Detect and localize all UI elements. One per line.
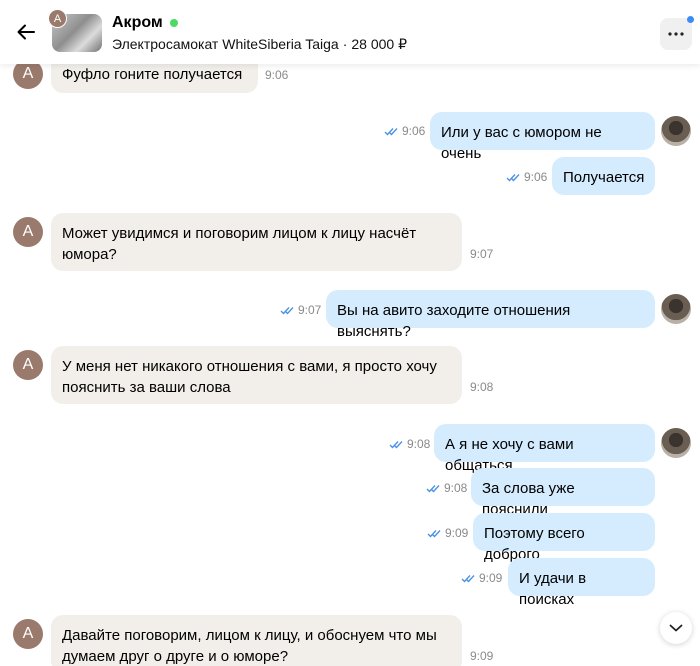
seller-avatar: А [48, 9, 67, 28]
listing-price: 28 000 ₽ [351, 36, 407, 52]
sender-avatar[interactable]: А [13, 619, 43, 649]
message-time: 9:09 [427, 526, 468, 540]
double-check-icon [389, 441, 403, 449]
notification-badge [687, 16, 694, 23]
my-avatar[interactable] [661, 428, 691, 458]
message-time: 9:09 [461, 571, 502, 585]
message-line: думаем друг о друге и о юморе? [62, 648, 289, 665]
message-time: 9:07 [470, 247, 494, 261]
separator: · [342, 36, 348, 52]
back-button[interactable] [14, 20, 38, 44]
chat-window: А Фуфло гоните получается 9:06 9:06 Или … [0, 0, 700, 666]
listing-title: Электросамокат WhiteSiberia Taiga [112, 36, 339, 52]
message-time: 9:07 [280, 303, 321, 317]
sender-avatar[interactable]: А [13, 350, 43, 380]
message-bubble: Поэтому всего доброго [473, 513, 655, 563]
double-check-icon [426, 485, 440, 493]
more-menu-button[interactable] [660, 16, 694, 50]
message-line: пояснить за ваши слова [62, 379, 231, 396]
message-bubble: У меня нет никакого отношения с вами, я … [51, 346, 462, 404]
message-time: 9:08 [470, 380, 494, 394]
my-avatar[interactable] [661, 294, 691, 324]
message-bubble: И удачи в поисках [508, 558, 655, 608]
message-bubble: Получается [552, 157, 655, 195]
arrow-left-icon [17, 24, 35, 40]
chat-title: Акром [112, 14, 178, 32]
message-line: юмора? [62, 246, 117, 263]
online-status-dot [169, 19, 178, 27]
message-time: 9:06 [384, 124, 425, 138]
chat-header: А Акром Электросамокат WhiteSiberia Taig… [0, 0, 700, 64]
double-check-icon [427, 530, 441, 538]
message-time: 9:06 [265, 68, 289, 82]
message-feed[interactable]: А Фуфло гоните получается 9:06 9:06 Или … [0, 0, 700, 666]
message-bubble: Вы на авито заходите отношения выяснять? [326, 290, 655, 340]
message-time: 9:08 [426, 481, 467, 495]
message-time: 9:09 [470, 649, 494, 663]
scroll-down-button[interactable] [660, 612, 692, 644]
my-avatar[interactable] [661, 116, 691, 146]
message-time: 9:06 [506, 170, 547, 184]
message-bubble: Или у вас с юмором не очень [430, 112, 655, 162]
double-check-icon [461, 575, 475, 583]
double-check-icon [384, 128, 398, 136]
message-line: Давайте поговорим, лицом к лицу, и обосн… [62, 627, 437, 644]
listing-info[interactable]: Электросамокат WhiteSiberia Taiga · 28 000… [112, 36, 407, 53]
message-time: 9:08 [389, 437, 430, 451]
double-check-icon [506, 174, 520, 182]
more-dots-icon [668, 32, 684, 36]
message-line: Может увидимся и поговорим лицом к лицу … [62, 225, 417, 242]
message-bubble: Давайте поговорим, лицом к лицу, и обосн… [51, 615, 462, 666]
message-bubble: Может увидимся и поговорим лицом к лицу … [51, 213, 462, 271]
message-bubble: А я не хочу с вами общаться [434, 424, 655, 474]
chevron-down-icon [669, 624, 683, 632]
seller-name[interactable]: Акром [112, 14, 163, 32]
message-bubble: За слова уже пояснили [471, 468, 655, 518]
message-line: У меня нет никакого отношения с вами, я … [62, 358, 437, 375]
sender-avatar[interactable]: А [13, 217, 43, 247]
double-check-icon [280, 307, 294, 315]
